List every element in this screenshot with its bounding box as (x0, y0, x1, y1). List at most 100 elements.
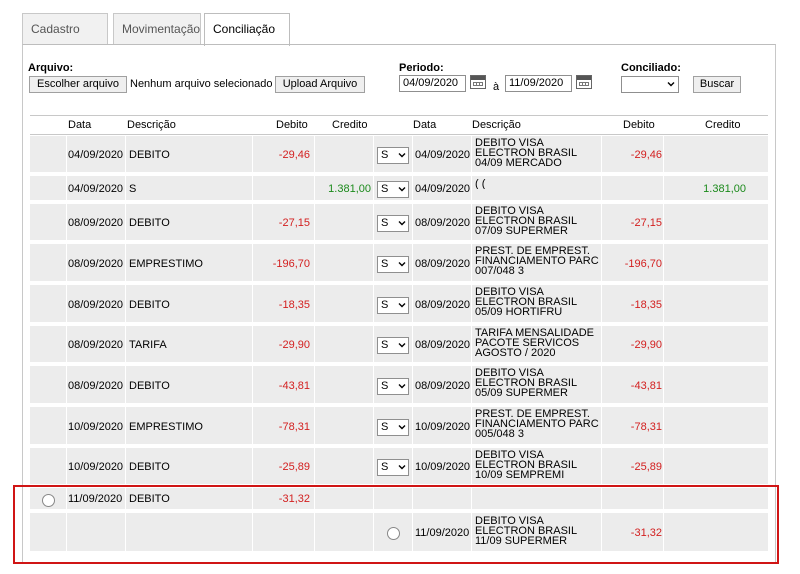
row-date-2: 10/09/2020 (415, 421, 471, 433)
match-select-value: S (381, 380, 389, 392)
row-debit: -31,32 (278, 493, 310, 505)
row-debit: -29,90 (278, 339, 310, 351)
buscar-button[interactable]: Buscar (693, 76, 741, 93)
col-descricao: Descrição (127, 119, 176, 131)
chevron-down-icon (398, 151, 406, 159)
row-date-2: 10/09/2020 (415, 461, 471, 473)
row-date-2: 08/09/2020 (415, 339, 471, 351)
row-debit: -29,46 (278, 149, 310, 161)
table-row: 08/09/2020 DEBITO -18,35 S 08/09/2020 DEBITO … (30, 285, 768, 324)
row-description-2: DEBITO VISA ELECTRON BRASIL 05/09 HORTIF… (475, 287, 577, 317)
tab-movimentacao[interactable]: Movimentação (113, 13, 201, 44)
tab-cadastro[interactable]: Cadastro (22, 13, 108, 44)
row-date-2: 04/09/2020 (415, 183, 471, 195)
row-date: 08/09/2020 (68, 299, 124, 311)
match-select[interactable]: S (377, 378, 409, 395)
col-credito: Credito (332, 119, 368, 131)
row-debit: -43,81 (278, 380, 310, 392)
match-select[interactable]: S (377, 147, 409, 164)
tab-conciliacao[interactable]: Conciliação (204, 13, 290, 46)
row-date-2: 11/09/2020 (415, 527, 470, 539)
row-description: S (129, 183, 137, 195)
row-description-2: TARIFA MENSALIDADE PACOTE SERVICOS AGOST… (475, 328, 594, 358)
row-description: EMPRESTIMO (129, 421, 203, 433)
periodo-label: Periodo: (399, 62, 444, 74)
col-descricao-2: Descrição (472, 119, 521, 131)
row-description: TARIFA (129, 339, 167, 351)
table-row: 08/09/2020 DEBITO -43,81 S 08/09/2020 DEBITO … (30, 366, 768, 405)
row-debit: -196,70 (272, 258, 310, 270)
row-debit-2: -29,46 (630, 149, 662, 161)
row-date: 04/09/2020 (68, 149, 124, 161)
chevron-down-icon (398, 219, 406, 227)
match-select-value: S (381, 299, 389, 311)
row-description: EMPRESTIMO (129, 258, 203, 270)
match-select[interactable]: S (377, 256, 409, 273)
row-debit-2: -18,35 (630, 299, 662, 311)
calendar-icon[interactable] (470, 75, 486, 89)
row-description-2: DEBITO VISA ELECTRON BRASIL 11/09 SUPERM… (475, 516, 577, 546)
row-description: DEBITO (129, 217, 170, 229)
row-description-2: PREST. DE EMPREST. FINANCIAMENTO PARC 00… (475, 409, 599, 439)
table-row: 10/09/2020 EMPRESTIMO -78,31 S 10/09/2020 PRE… (30, 407, 768, 446)
row-debit: -18,35 (278, 299, 310, 311)
upload-button[interactable]: Upload Arquivo (275, 76, 365, 93)
calendar-icon[interactable] (576, 75, 592, 89)
match-select[interactable]: S (377, 181, 409, 198)
arquivo-label: Arquivo: (28, 62, 74, 74)
radio-button[interactable] (42, 494, 55, 507)
match-select-value: S (381, 421, 389, 433)
match-select-value: S (381, 183, 389, 195)
conciliado-label: Conciliado: (621, 62, 681, 74)
match-select[interactable]: S (377, 337, 409, 354)
match-select[interactable]: S (377, 419, 409, 436)
match-select[interactable]: S (377, 459, 409, 476)
row-date-2: 04/09/2020 (415, 149, 471, 161)
col-credito-2: Credito (705, 119, 741, 131)
col-debito-2: Debito (623, 119, 655, 131)
row-date: 11/09/2020 (68, 493, 123, 505)
row-credit: 1.381,00 (328, 183, 371, 195)
choose-file-button[interactable]: Escolher arquivo (29, 76, 127, 93)
chevron-down-icon (398, 341, 406, 349)
col-debito: Debito (276, 119, 308, 131)
date-from-input[interactable]: 04/09/2020 (399, 75, 466, 92)
chevron-down-icon (398, 301, 406, 309)
conciliado-select[interactable] (621, 76, 679, 93)
row-description: DEBITO (129, 461, 170, 473)
row-description-2: DEBITO VISA ELECTRON BRASIL 10/09 SEMPRE… (475, 450, 577, 480)
row-debit: -27,15 (278, 217, 310, 229)
chevron-down-icon (398, 463, 406, 471)
row-description-2: DEBITO VISA ELECTRON BRASIL 07/09 SUPERM… (475, 206, 577, 236)
row-debit-2: -27,15 (630, 217, 662, 229)
table-row: 04/09/2020 DEBITO -29,46 S 04/09/2020 DEBITO … (30, 136, 768, 174)
row-date-2: 08/09/2020 (415, 299, 471, 311)
chevron-down-icon (398, 260, 406, 268)
row-description-2: DEBITO VISA ELECTRON BRASIL 04/09 MERCAD… (475, 138, 577, 168)
table-row-unmatched-left: 11/09/2020 DEBITO -31,32 (30, 488, 768, 511)
row-date-2: 08/09/2020 (415, 258, 471, 270)
row-date: 10/09/2020 (68, 461, 124, 473)
match-select[interactable]: S (377, 297, 409, 314)
table-row: 10/09/2020 DEBITO -25,89 S 10/09/2020 DEBITO … (30, 448, 768, 486)
match-select[interactable]: S (377, 215, 409, 232)
chevron-down-icon (398, 382, 406, 390)
row-date-2: 08/09/2020 (415, 217, 471, 229)
row-debit-2: -196,70 (624, 258, 662, 270)
row-date: 04/09/2020 (68, 183, 124, 195)
row-debit-2: -43,81 (630, 380, 662, 392)
table-row: 08/09/2020 TARIFA -29,90 S 08/09/2020 TARIFA … (30, 326, 768, 364)
date-to-input[interactable]: 11/09/2020 (505, 75, 572, 92)
match-select-value: S (381, 258, 389, 270)
row-credit-2: 1.381,00 (703, 183, 746, 195)
row-date: 08/09/2020 (68, 380, 124, 392)
table-header: Data Descrição Debito Credito Data Descr… (30, 115, 768, 135)
table-row: 04/09/2020 S 1.381,00 S 04/09/2020 ( (1.381,0… (30, 176, 768, 202)
row-date: 08/09/2020 (68, 258, 124, 270)
chevron-down-icon (398, 423, 406, 431)
row-date: 10/09/2020 (68, 421, 124, 433)
row-debit-2: -25,89 (630, 461, 662, 473)
table-row: 08/09/2020 DEBITO -27,15 S 08/09/2020 DEBITO … (30, 204, 768, 242)
no-file-text: Nenhum arquivo selecionado (130, 78, 273, 90)
radio-button[interactable] (387, 527, 400, 540)
